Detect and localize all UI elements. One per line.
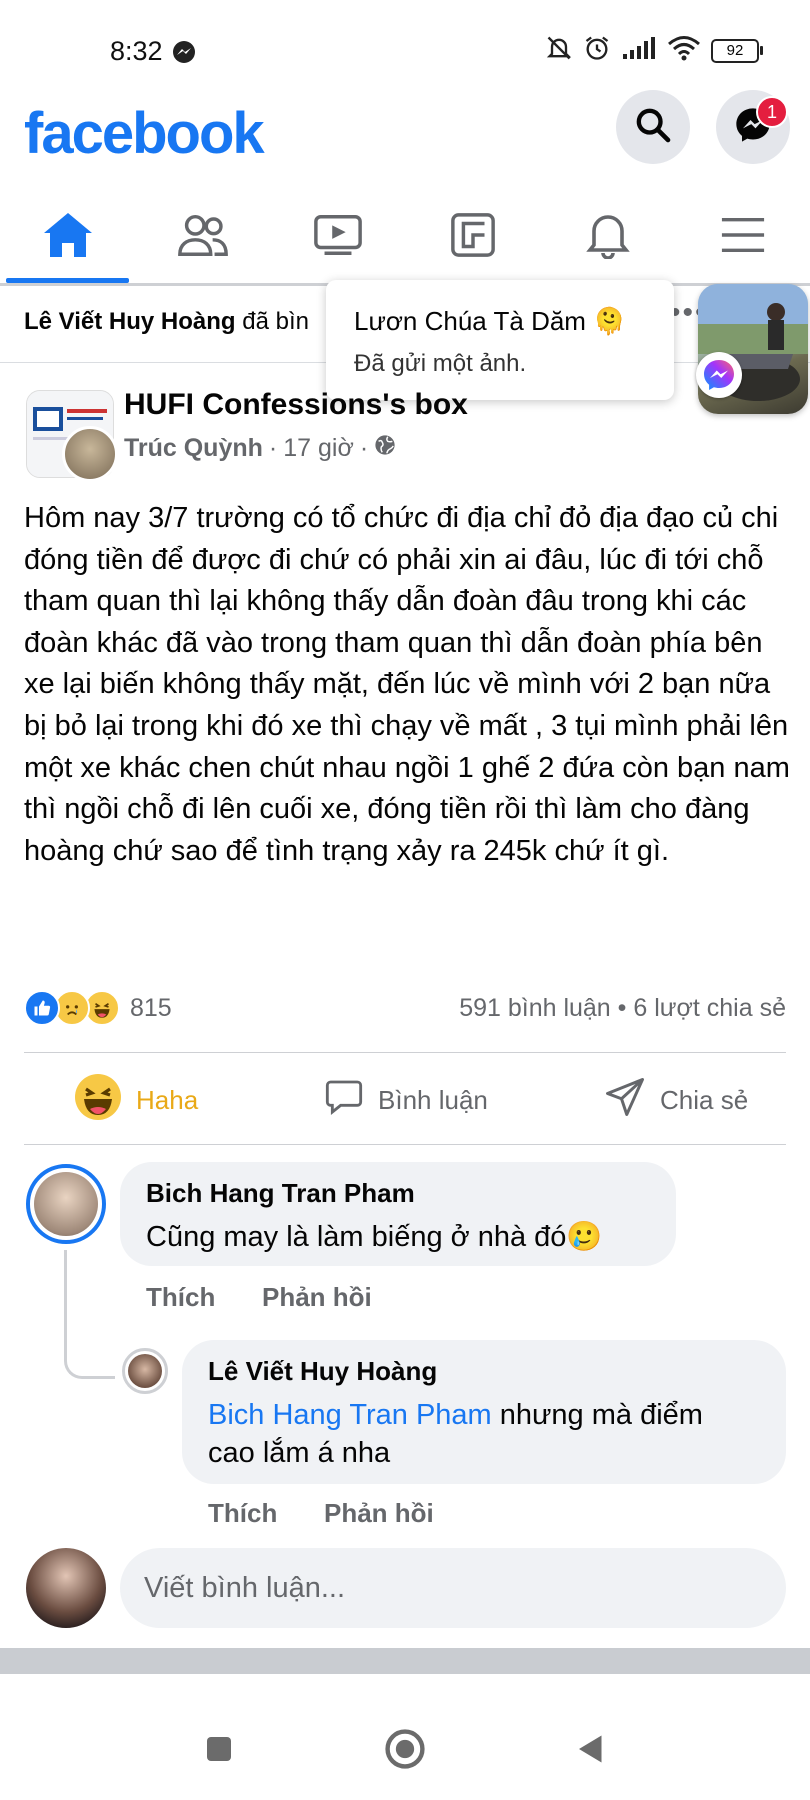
haha-button[interactable]: Haha bbox=[74, 1073, 199, 1124]
chat-sender-name: Lươn Chúa Tà Dăm 🫠 bbox=[354, 306, 626, 336]
tab-marketplace[interactable] bbox=[405, 190, 540, 284]
comment-bubble: Lê Viết Huy Hoàng Bich Hang Tran Pham nh… bbox=[182, 1340, 786, 1484]
haha-label: Haha bbox=[136, 1084, 199, 1115]
like-reaction-icon bbox=[24, 990, 60, 1026]
commenter-name[interactable]: Bich Hang Tran Pham bbox=[146, 1178, 415, 1209]
main-nav bbox=[0, 190, 810, 284]
like-comment-button[interactable]: Thích bbox=[146, 1282, 215, 1313]
tab-home[interactable] bbox=[0, 190, 135, 284]
comment-button[interactable]: Bình luận bbox=[324, 1076, 488, 1124]
activity-user[interactable]: Lê Viết Huy Hoàng bbox=[24, 308, 236, 335]
comment-text: Cũng may là làm biếng ở nhà đó🥲 bbox=[146, 1221, 603, 1253]
tab-menu[interactable] bbox=[675, 190, 810, 284]
commenter-avatar[interactable] bbox=[122, 1348, 168, 1394]
tab-notifications[interactable] bbox=[540, 190, 675, 284]
messenger-notification-icon bbox=[172, 40, 196, 64]
post-body: Hôm nay 3/7 trường có tổ chức đi địa chỉ… bbox=[24, 502, 790, 867]
video-icon bbox=[313, 213, 363, 262]
facebook-logo[interactable]: facebook bbox=[24, 100, 265, 167]
activity-line[interactable]: Lê Viết Huy Hoàng đã bìn bbox=[24, 308, 309, 336]
comment-text: Bich Hang Tran Pham nhưng mà điểm cao lắ… bbox=[208, 1396, 748, 1472]
wifi-icon bbox=[667, 35, 701, 66]
bell-icon bbox=[585, 211, 630, 264]
messenger-icon bbox=[696, 352, 742, 398]
status-time: 8:32 bbox=[110, 36, 163, 66]
group-name[interactable]: HUFI Confessions's box bbox=[124, 388, 468, 422]
messenger-badge: 1 bbox=[756, 96, 788, 128]
share-button[interactable]: Chia sẻ bbox=[604, 1076, 748, 1124]
home-icon bbox=[42, 211, 94, 264]
commenter-name[interactable]: Lê Viết Huy Hoàng bbox=[208, 1356, 437, 1387]
comments-shares-count[interactable]: 591 bình luận • 6 lượt chia sẻ bbox=[459, 994, 786, 1023]
comment-input[interactable] bbox=[120, 1548, 786, 1628]
circle-icon bbox=[383, 1727, 427, 1776]
author-avatar[interactable] bbox=[62, 426, 118, 482]
current-user-avatar[interactable] bbox=[26, 1548, 106, 1628]
hamburger-menu-icon bbox=[720, 215, 766, 260]
mute-icon bbox=[545, 34, 573, 67]
reply-thread-line bbox=[64, 1250, 115, 1379]
haha-icon bbox=[74, 1073, 122, 1128]
share-icon bbox=[604, 1076, 646, 1125]
share-label: Chia sẻ bbox=[660, 1084, 749, 1115]
chat-head-preview[interactable]: Lươn Chúa Tà Dăm 🫠 Đã gửi một ảnh. bbox=[326, 280, 674, 400]
reply-comment-button[interactable]: Phản hồi bbox=[262, 1282, 372, 1313]
reaction-icons[interactable] bbox=[24, 990, 120, 1026]
tab-friends[interactable] bbox=[135, 190, 270, 284]
meta-separator: · bbox=[359, 434, 369, 462]
comment-icon bbox=[324, 1077, 364, 1124]
post-time[interactable]: 17 giờ bbox=[283, 434, 354, 463]
meta-separator: · bbox=[268, 434, 278, 462]
globe-icon bbox=[374, 434, 396, 463]
feed-separator bbox=[0, 1648, 810, 1674]
battery-indicator: 92 bbox=[711, 38, 763, 63]
recents-button[interactable] bbox=[192, 1724, 246, 1778]
divider bbox=[24, 1052, 786, 1053]
activity-action: đã bìn bbox=[242, 308, 309, 335]
alarm-icon bbox=[583, 34, 611, 67]
home-system-button[interactable] bbox=[378, 1724, 432, 1778]
post-author[interactable]: Trúc Quỳnh bbox=[124, 434, 263, 463]
post-meta: Trúc Quỳnh · 17 giờ · bbox=[124, 434, 396, 463]
status-icons: 92 bbox=[545, 34, 763, 67]
comment-mention[interactable]: Bich Hang Tran Pham bbox=[208, 1399, 492, 1431]
search-button[interactable] bbox=[616, 90, 690, 164]
reply-comment-button[interactable]: Phản hồi bbox=[324, 1498, 434, 1529]
comment-label: Bình luận bbox=[378, 1084, 488, 1115]
square-icon bbox=[203, 1733, 235, 1770]
back-button[interactable] bbox=[564, 1724, 618, 1778]
reaction-count[interactable]: 815 bbox=[130, 994, 172, 1023]
commenter-avatar[interactable] bbox=[26, 1164, 106, 1244]
friends-icon bbox=[176, 213, 230, 262]
back-triangle-icon bbox=[573, 1731, 609, 1772]
marketplace-icon bbox=[450, 212, 496, 263]
tab-watch[interactable] bbox=[270, 190, 405, 284]
comment-bubble: Bich Hang Tran Pham Cũng may là làm biến… bbox=[120, 1162, 676, 1266]
chat-message-preview: Đã gửi một ảnh. bbox=[354, 350, 527, 377]
signal-icon bbox=[621, 36, 657, 65]
like-comment-button[interactable]: Thích bbox=[208, 1498, 277, 1529]
search-icon bbox=[633, 105, 673, 150]
divider bbox=[24, 1144, 786, 1145]
